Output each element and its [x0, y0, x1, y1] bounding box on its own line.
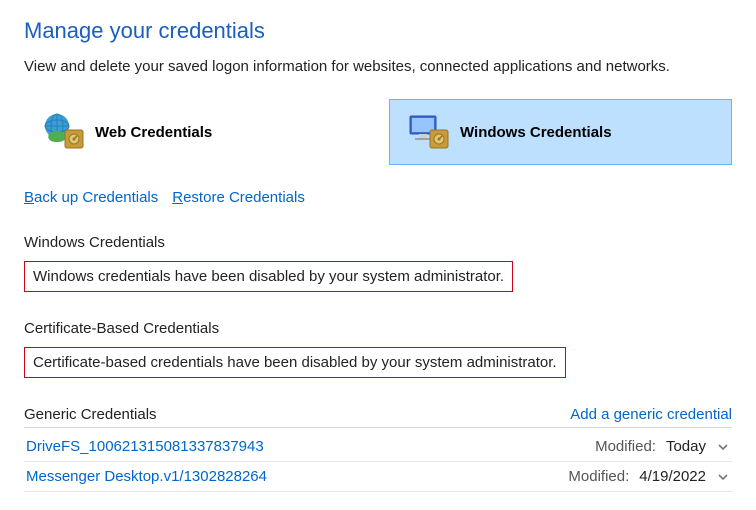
section-title-windows: Windows Credentials — [24, 234, 732, 251]
credential-row[interactable]: Messenger Desktop.v1/1302828264 Modified… — [24, 462, 732, 492]
page-subtitle: View and delete your saved logon informa… — [24, 58, 732, 75]
tab-web-credentials[interactable]: Web Credentials — [24, 99, 367, 165]
restore-credentials-link[interactable]: Restore Credentials — [172, 189, 305, 206]
section-generic-credentials: Generic Credentials Add a generic creden… — [24, 406, 732, 492]
tab-windows-label: Windows Credentials — [460, 124, 612, 141]
tab-web-label: Web Credentials — [95, 124, 212, 141]
cert-disabled-message: Certificate-based credentials have been … — [24, 347, 566, 378]
chevron-down-icon[interactable] — [716, 470, 730, 484]
backup-credentials-link[interactable]: Back up Credentials — [24, 189, 158, 206]
modified-label: Modified: — [595, 438, 656, 455]
monitor-vault-icon — [404, 112, 450, 152]
credential-action-links: Back up Credentials Restore Credentials — [24, 189, 732, 206]
modified-value: Today — [666, 438, 706, 455]
section-title-cert: Certificate-Based Credentials — [24, 320, 732, 337]
section-certificate-credentials: Certificate-Based Credentials Certificat… — [24, 320, 732, 406]
add-generic-credential-link[interactable]: Add a generic credential — [570, 406, 732, 423]
chevron-down-icon[interactable] — [716, 440, 730, 454]
windows-disabled-message: Windows credentials have been disabled b… — [24, 261, 513, 292]
page-title: Manage your credentials — [24, 18, 732, 44]
globe-vault-icon — [39, 112, 85, 152]
credential-row[interactable]: DriveFS_100621315081337837943 Modified: … — [24, 432, 732, 462]
section-windows-credentials: Windows Credentials Windows credentials … — [24, 234, 732, 320]
modified-label: Modified: — [568, 468, 629, 485]
modified-value: 4/19/2022 — [639, 468, 706, 485]
section-title-generic: Generic Credentials — [24, 406, 157, 423]
credential-type-tabs: Web Credentials Windows Credentials — [24, 99, 732, 165]
credential-name: Messenger Desktop.v1/1302828264 — [26, 468, 267, 485]
tab-windows-credentials[interactable]: Windows Credentials — [389, 99, 732, 165]
credential-name: DriveFS_100621315081337837943 — [26, 438, 264, 455]
